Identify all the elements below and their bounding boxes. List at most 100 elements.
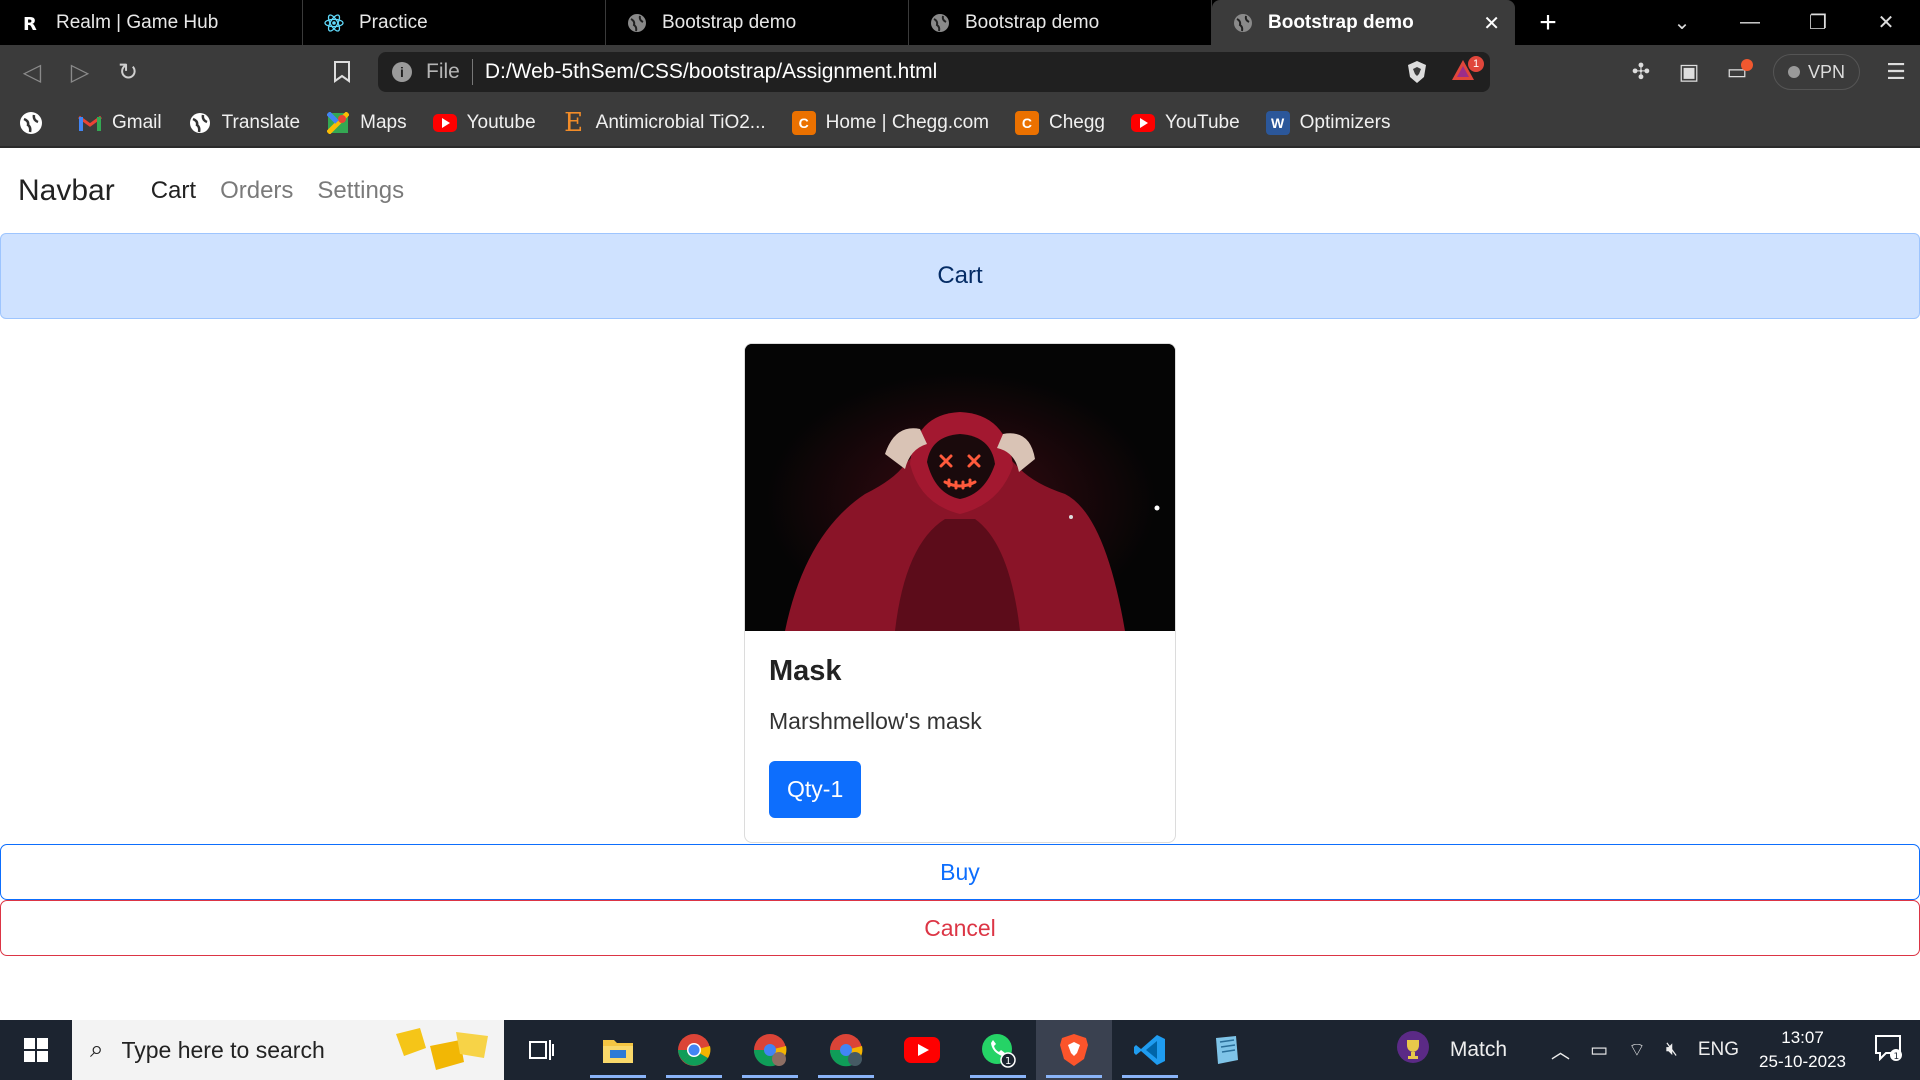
brave-shield-icon[interactable] (1406, 60, 1428, 90)
bookmark-label: Home | Chegg.com (825, 111, 989, 133)
restore-icon[interactable]: ❐ (1784, 10, 1852, 35)
taskbar-search[interactable]: ⌕ Type here to search (72, 1020, 504, 1080)
tab-practice[interactable]: Practice (303, 0, 606, 45)
bookmark-maps[interactable]: Maps (326, 111, 407, 135)
vpn-button[interactable]: VPN (1772, 54, 1860, 90)
new-tab-button[interactable]: + (1515, 0, 1581, 45)
task-view-icon[interactable] (504, 1020, 580, 1080)
tab-bootstrap-demo-1[interactable]: Bootstrap demo (606, 0, 909, 45)
cancel-button[interactable]: Cancel (0, 900, 1920, 956)
notification-badge: 1 (1468, 56, 1484, 72)
file-explorer-icon[interactable] (580, 1020, 656, 1080)
minimize-icon[interactable]: — (1716, 11, 1784, 34)
product-image (745, 344, 1175, 631)
weather-widget-label[interactable]: Match (1450, 1038, 1507, 1062)
bookmark-optimizers[interactable]: W Optimizers (1265, 110, 1390, 135)
match-widget-icon[interactable] (1396, 1030, 1430, 1070)
bookmark-icon[interactable] (318, 50, 366, 94)
url-text[interactable]: D:/Web-5thSem/CSS/bootstrap/Assignment.h… (485, 60, 937, 84)
vscode-icon[interactable] (1112, 1020, 1188, 1080)
address-toolbar: ◁ ▷ ↻ i File D:/Web-5thSem/CSS/bootstrap… (0, 45, 1920, 99)
globe-icon (626, 12, 648, 34)
bookmark-translate[interactable]: Translate (188, 111, 301, 135)
chrome-profile-icon[interactable] (732, 1020, 808, 1080)
sidebar-icon[interactable]: ▣ (1665, 59, 1713, 85)
notification-count: 1 (1894, 1052, 1900, 1061)
nav-link-orders[interactable]: Orders (220, 177, 293, 205)
notepad-icon[interactable] (1188, 1020, 1264, 1080)
language-indicator[interactable]: ENG (1698, 1039, 1739, 1061)
maps-icon (326, 111, 350, 135)
wallet-badge (1740, 59, 1753, 71)
tab-label: Practice (359, 11, 428, 33)
bookmark-chegg[interactable]: C Chegg (1014, 110, 1105, 135)
url-bar[interactable]: i File D:/Web-5thSem/CSS/bootstrap/Assig… (378, 52, 1490, 92)
bookmark-youtube-2[interactable]: YouTube (1130, 111, 1240, 135)
navbar-brand[interactable]: Navbar (18, 174, 115, 208)
windows-start-icon[interactable] (0, 1020, 72, 1080)
chevron-up-icon[interactable]: ︿ (1551, 1037, 1570, 1064)
vpn-status-icon (1787, 66, 1800, 78)
tab-bootstrap-demo-active[interactable]: Bootstrap demo ✕ (1212, 0, 1515, 45)
card-description: Marshmellow's mask (769, 708, 982, 734)
globe-icon (929, 12, 951, 34)
realm-logo-icon: R (20, 12, 42, 34)
bookmark-globe[interactable] (20, 111, 52, 134)
brave-rewards-icon[interactable]: 1 (1450, 56, 1484, 89)
tab-strip: R Realm | Game Hub Practice Bootstrap de… (0, 0, 1920, 45)
youtube-icon (1130, 111, 1155, 135)
search-icon: ⌕ (90, 1036, 104, 1063)
tab-label: Realm | Game Hub (56, 11, 219, 33)
vpn-label: VPN (1807, 61, 1845, 82)
menu-icon[interactable]: ☰ (1872, 59, 1920, 85)
bookmark-chegg-home[interactable]: C Home | Chegg.com (791, 110, 989, 135)
nav-link-cart[interactable]: Cart (151, 177, 196, 205)
tab-search-chevron-icon[interactable]: ⌄ (1648, 10, 1716, 35)
bookmark-label: Maps (360, 111, 407, 133)
url-scheme: File (426, 60, 460, 83)
tab-label: Bootstrap demo (965, 11, 1100, 33)
volume-muted-icon[interactable]: 🔇︎ (1666, 1039, 1678, 1061)
product-card: Mask Marshmellow's mask Qty-1 (744, 343, 1176, 843)
wallet-icon[interactable]: ▭ (1713, 59, 1761, 85)
reload-icon[interactable]: ↻ (104, 50, 152, 94)
forward-icon[interactable]: ▷ (56, 50, 104, 94)
tab-bootstrap-demo-2[interactable]: Bootstrap demo (909, 0, 1212, 45)
close-tab-icon[interactable]: ✕ (1483, 11, 1500, 36)
site-info-icon[interactable]: i (392, 62, 412, 82)
quantity-button[interactable]: Qty-1 (769, 761, 862, 818)
globe-icon (20, 111, 42, 134)
chegg-icon: C (791, 110, 816, 135)
bookmark-gmail[interactable]: Gmail (78, 111, 162, 135)
youtube-app-icon[interactable] (884, 1020, 960, 1080)
clock[interactable]: 13:07 25-10-2023 (1759, 1026, 1846, 1074)
wifi-icon[interactable]: ⌔ (1628, 1038, 1646, 1062)
chrome-profile-2-icon[interactable] (808, 1020, 884, 1080)
bookmark-antimicrobial[interactable]: E Antimicrobial TiO2... (562, 107, 766, 138)
buy-button[interactable]: Buy (0, 844, 1920, 900)
bookmark-label: Translate (221, 111, 301, 133)
close-window-icon[interactable]: ✕ (1852, 10, 1920, 35)
notification-center-icon[interactable]: 1 (1874, 1033, 1902, 1067)
elsevier-icon: E (564, 107, 584, 138)
svg-text:R: R (23, 14, 37, 33)
bookmark-label: Youtube (466, 111, 536, 133)
back-icon[interactable]: ◁ (8, 50, 56, 94)
react-logo-icon (323, 12, 345, 34)
youtube-icon (432, 111, 457, 135)
chrome-icon[interactable] (656, 1020, 732, 1080)
tab-label: Bootstrap demo (662, 11, 797, 33)
system-tray: Match ︿ ▭ ⌔ 🔇︎ ENG 13:07 25-10-2023 1 (1386, 1020, 1920, 1080)
bookmark-youtube-1[interactable]: Youtube (432, 111, 536, 135)
globe-icon (1232, 12, 1254, 34)
battery-icon[interactable]: ▭ (1590, 1039, 1608, 1062)
whatsapp-icon[interactable]: 1 (960, 1020, 1036, 1080)
bookmark-label: Gmail (112, 111, 162, 133)
window-controls: ⌄ — ❐ ✕ (1648, 0, 1920, 45)
url-separator (471, 59, 473, 85)
nav-link-settings[interactable]: Settings (317, 177, 404, 205)
extensions-icon[interactable]: ✣ (1617, 59, 1665, 85)
brave-browser-icon[interactable] (1036, 1020, 1112, 1080)
tab-realm-game-hub[interactable]: R Realm | Game Hub (0, 0, 303, 45)
globe-icon (188, 111, 212, 135)
